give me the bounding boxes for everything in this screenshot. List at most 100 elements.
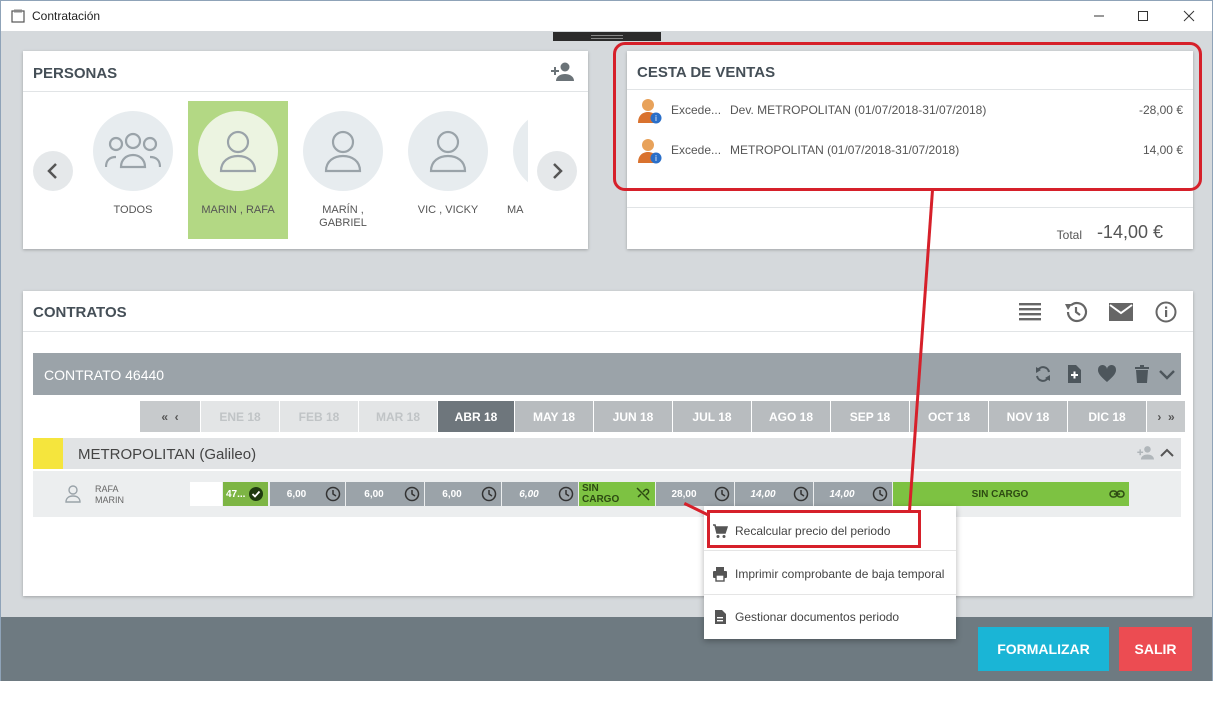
month-feb-18[interactable]: FEB 18: [280, 401, 358, 432]
person-name: MARÍN , GABRIEL: [319, 204, 367, 229]
annotation-highlight-cesta: [613, 42, 1202, 191]
month-oct-18[interactable]: OCT 18: [910, 401, 988, 432]
next-person-button[interactable]: [537, 151, 577, 191]
person-card-marin-rafa[interactable]: MARIN , RAFA: [188, 101, 288, 239]
user-icon: [324, 130, 362, 173]
month-dic-18[interactable]: DIC 18: [1068, 401, 1146, 432]
check-circle-icon: [249, 487, 263, 501]
period-cell[interactable]: SIN CARGO: [579, 482, 655, 506]
empty-cell: [190, 482, 222, 506]
clock-icon: [793, 486, 809, 502]
person-contract-row: RAFA MARIN 47... 6,00 6,00 6,00 6,00 SIN CARGO…: [33, 471, 1181, 517]
month-may-18[interactable]: MAY 18: [515, 401, 593, 432]
double-chevron-left-icon: « ‹: [161, 409, 179, 424]
total-label: Total: [1056, 228, 1082, 242]
personas-panel: PERSONAS TODOS MARIN , RAFA MARÍN , GABRI…: [23, 51, 588, 249]
person-card-marin-gabriel[interactable]: MARÍN , GABRIEL: [293, 101, 393, 239]
prev-person-button[interactable]: [33, 151, 73, 191]
person-label: RAFA MARIN: [95, 484, 124, 505]
period-cell[interactable]: 6,00: [502, 482, 578, 506]
clock-icon: [558, 486, 574, 502]
month-nov-18[interactable]: NOV 18: [989, 401, 1067, 432]
document-icon: [715, 610, 726, 624]
group-avatar: [93, 111, 173, 191]
service-row-header[interactable]: METROPOLITAN (Galileo): [33, 438, 1181, 469]
add-person-icon[interactable]: [1136, 445, 1156, 461]
double-chevron-right-icon: › »: [1157, 409, 1175, 424]
add-document-icon[interactable]: [1064, 364, 1084, 384]
contract-label: CONTRATO 46440: [44, 367, 165, 383]
chevron-down-icon[interactable]: [1157, 364, 1177, 384]
service-color-swatch: [33, 438, 63, 469]
person-card-todos[interactable]: TODOS: [83, 101, 183, 239]
month-mar-18[interactable]: MAR 18: [359, 401, 437, 432]
contract-header[interactable]: CONTRATO 46440: [33, 353, 1181, 395]
annotation-highlight-menu-item: [707, 510, 921, 548]
period-cell[interactable]: SIN CARGO: [893, 482, 1129, 506]
person-card-vic-vicky[interactable]: VIC , VICKY: [398, 101, 498, 239]
drag-handle[interactable]: [553, 32, 661, 41]
close-icon: [1183, 10, 1195, 22]
clock-icon: [404, 486, 420, 502]
period-cell[interactable]: 14,00: [814, 482, 892, 506]
info-icon[interactable]: [1153, 299, 1179, 325]
clock-icon: [481, 486, 497, 502]
timeline-forward-button[interactable]: › »: [1147, 401, 1185, 432]
person-avatar: [198, 111, 278, 191]
personas-title: PERSONAS: [33, 65, 118, 82]
month-jul-18[interactable]: JUL 18: [673, 401, 751, 432]
user-icon: [219, 130, 257, 173]
month-ago-18[interactable]: AGO 18: [752, 401, 830, 432]
trash-icon[interactable]: [1132, 364, 1152, 384]
period-cell[interactable]: 6,00: [346, 482, 424, 506]
person-name: MARIN , RAFA: [201, 204, 275, 216]
menu-item-gestionar[interactable]: Gestionar documentos periodo: [704, 596, 956, 638]
period-cell[interactable]: 6,00: [270, 482, 345, 506]
month-jun-18[interactable]: JUN 18: [594, 401, 672, 432]
minimize-button[interactable]: [1076, 1, 1122, 31]
group-icon: [105, 132, 161, 169]
clock-icon: [325, 486, 341, 502]
list-icon[interactable]: [1017, 299, 1043, 325]
mail-icon[interactable]: [1108, 299, 1134, 325]
chevron-left-icon: [47, 163, 57, 179]
chevron-right-icon: [553, 163, 563, 179]
service-name: METROPOLITAN (Galileo): [78, 446, 257, 463]
user-icon: [65, 485, 81, 503]
month-sep-18[interactable]: SEP 18: [831, 401, 909, 432]
person-avatar: [303, 111, 383, 191]
link-icon: [1109, 490, 1125, 498]
user-icon: [429, 130, 467, 173]
refresh-icon[interactable]: [1033, 364, 1053, 384]
window-title: Contratación: [32, 9, 101, 23]
add-person-icon[interactable]: [550, 61, 576, 83]
month-ene-18[interactable]: ENE 18: [201, 401, 279, 432]
contratos-title: CONTRATOS: [33, 304, 127, 321]
maximize-icon: [1138, 11, 1148, 21]
person-avatar: [513, 111, 528, 191]
period-cell[interactable]: 28,00: [656, 482, 734, 506]
timeline-back-button[interactable]: « ‹: [140, 401, 200, 432]
person-avatar: [408, 111, 488, 191]
month-abr-18[interactable]: ABR 18: [438, 401, 514, 432]
minimize-icon: [1094, 15, 1104, 17]
clock-icon: [714, 486, 730, 502]
salir-button[interactable]: SALIR: [1119, 627, 1192, 671]
person-name: TODOS: [113, 204, 153, 216]
maximize-button[interactable]: [1120, 1, 1166, 31]
menu-item-imprimir[interactable]: Imprimir comprobante de baja temporal: [704, 553, 956, 595]
period-cell[interactable]: 14,00: [735, 482, 813, 506]
person-name: MA: [507, 204, 524, 216]
clock-icon: [872, 486, 888, 502]
close-button[interactable]: [1166, 1, 1212, 31]
period-cell[interactable]: 47...: [223, 482, 268, 506]
bottom-action-bar: FORMALIZAR SALIR: [1, 617, 1212, 681]
history-icon[interactable]: [1063, 299, 1089, 325]
title-bar: Contratación: [1, 1, 1212, 31]
person-card-partial[interactable]: MA: [503, 101, 528, 239]
chevron-up-icon[interactable]: [1159, 445, 1175, 461]
heart-icon[interactable]: [1097, 364, 1117, 384]
period-cell[interactable]: 6,00: [425, 482, 501, 506]
person-name: VIC , VICKY: [417, 204, 479, 216]
formalizar-button[interactable]: FORMALIZAR: [978, 627, 1109, 671]
